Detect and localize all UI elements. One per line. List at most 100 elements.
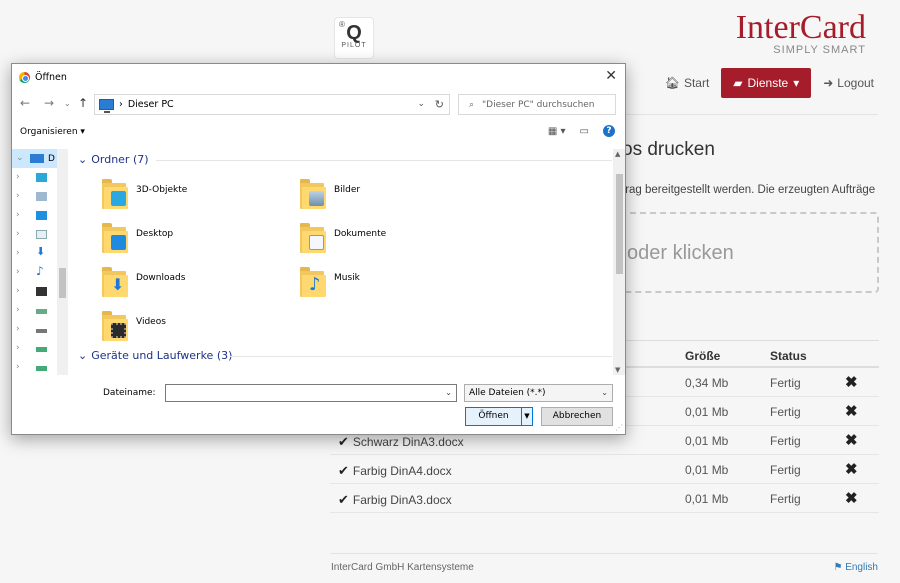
upload-dropzone[interactable]: oder klicken [600, 212, 879, 293]
delete-icon[interactable]: ✖ [845, 489, 858, 507]
view-options-icon[interactable]: ▦ ▾ [548, 126, 566, 137]
refresh-icon[interactable]: ↻ [435, 98, 444, 111]
chevron-down-icon[interactable]: ▼ [522, 408, 532, 425]
folder-label: Desktop [136, 229, 174, 239]
nav-start-label: Start [683, 76, 710, 90]
search-input[interactable]: ⌕ "Dieser PC" durchsuchen [458, 94, 616, 115]
folder-tile[interactable]: Bilder [300, 179, 360, 209]
resize-grip-icon[interactable]: ⋰ [615, 423, 623, 432]
command-bar: Organisieren ▾ ▦ ▾ ▭ ? [12, 122, 625, 144]
folder-tile[interactable]: Desktop [102, 223, 173, 253]
preview-pane-icon[interactable]: ▭ [580, 126, 589, 137]
delete-icon[interactable]: ✖ [845, 431, 858, 449]
delete-icon[interactable]: ✖ [845, 460, 858, 478]
file-list: ⌄ Ordner (7) ⌄ Geräte und Laufwerke (3) … [72, 149, 612, 375]
file-type-select[interactable]: Alle Dateien (*.*) ⌄ [464, 384, 613, 402]
chevron-right-icon[interactable]: › [16, 286, 20, 296]
chevron-right-icon[interactable]: › [16, 210, 20, 220]
cancel-button[interactable]: Abbrechen [541, 407, 613, 426]
chevron-down-icon[interactable]: ⌄ [445, 388, 452, 397]
chevron-right-icon[interactable]: › [16, 267, 20, 277]
chevron-right-icon[interactable]: › [16, 172, 20, 182]
organize-menu[interactable]: Organisieren ▾ [20, 127, 85, 137]
chevron-down-icon: ⌄ [601, 388, 608, 397]
filename-input[interactable]: ⌄ [165, 384, 457, 402]
folder-open-icon: ▰ [733, 76, 743, 90]
chevron-down-icon[interactable]: ⌄ [16, 153, 24, 163]
videos-icon [36, 287, 47, 296]
close-icon[interactable]: ✕ [605, 68, 617, 84]
folder-tile[interactable]: ⬇ Downloads [102, 267, 185, 297]
main-nav: 🏠︎ Start ▰ Dienste ▾ ➜ Logout [665, 68, 874, 98]
chevron-right-icon[interactable]: › [16, 229, 20, 239]
folder-tile[interactable]: 3D-Objekte [102, 179, 187, 209]
row-filename: ✔ Schwarz DinA3.docx [338, 434, 464, 450]
group-header-folders[interactable]: ⌄ Ordner (7) [78, 153, 149, 166]
breadcrumb-location[interactable]: Dieser PC [128, 99, 174, 110]
this-pc-icon [30, 154, 44, 163]
nav-logout[interactable]: ➜ Logout [823, 76, 874, 90]
chevron-right-icon[interactable]: › [16, 324, 20, 334]
address-bar[interactable]: › Dieser PC ⌄ ↻ [94, 94, 450, 115]
downloads-icon: ⬇ [36, 245, 46, 258]
recent-chevron-icon[interactable]: ⌄ [64, 99, 71, 108]
address-bar-row: ← → ⌄ ↑ › Dieser PC ⌄ ↻ ⌕ "Dieser PC" du… [12, 92, 625, 118]
folder-tile[interactable]: Dokumente [300, 223, 386, 253]
scroll-up-icon[interactable]: ▲ [615, 150, 620, 158]
scrollbar-thumb[interactable] [616, 174, 623, 274]
group-title: Geräte und Laufwerke (3) [91, 349, 233, 362]
file-list-scrollbar[interactable]: ▲ ▼ [613, 149, 625, 375]
this-pc-icon [99, 99, 114, 113]
downloads-icon: ⬇ [102, 267, 128, 297]
table-row: ✔ Farbig DinA4.docx 0,01 Mb Fertig ✖ [330, 455, 879, 484]
logout-icon: ➜ [823, 76, 834, 90]
nav-logout-label: Logout [837, 76, 874, 90]
documents-icon [300, 223, 326, 253]
chevron-right-icon[interactable]: › [16, 343, 20, 353]
language-link[interactable]: ⚑ English [833, 562, 878, 573]
row-size: 0,01 Mb [685, 405, 729, 419]
drive-icon [36, 329, 47, 333]
folder-label: 3D-Objekte [136, 185, 188, 195]
nav-start[interactable]: 🏠︎ Start [665, 76, 710, 90]
table-row: ✔ Farbig DinA3.docx 0,01 Mb Fertig ✖ [330, 484, 879, 513]
scroll-down-icon[interactable]: ▼ [615, 366, 620, 374]
scrollbar-thumb[interactable] [59, 268, 66, 298]
chevron-right-icon[interactable]: › [16, 191, 20, 201]
forward-arrow-icon[interactable]: → [44, 96, 54, 110]
row-size: 0,34 Mb [685, 376, 729, 390]
group-header-drives[interactable]: ⌄ Geräte und Laufwerke (3) [78, 349, 232, 362]
open-button-label[interactable]: Öffnen [466, 408, 522, 425]
delete-icon[interactable]: ✖ [845, 402, 858, 420]
file-type-value: Alle Dateien (*.*) [469, 388, 546, 398]
row-filename: ✔ Farbig DinA4.docx [338, 463, 452, 479]
row-filename-text: Schwarz DinA3.docx [352, 435, 464, 449]
chevron-right-icon[interactable]: › [16, 362, 20, 372]
folder-tile[interactable]: ♪ Musik [300, 267, 360, 297]
open-button[interactable]: Öffnen ▼ [465, 407, 533, 426]
dropzone-text: oder klicken [627, 242, 734, 264]
music-icon: ♪ [300, 267, 326, 297]
up-arrow-icon[interactable]: ↑ [78, 96, 88, 110]
desktop-icon [36, 211, 47, 220]
header-size: Größe [685, 349, 721, 363]
help-icon[interactable]: ? [603, 125, 615, 137]
chevron-right-icon[interactable]: › [16, 305, 20, 315]
chevron-right-icon[interactable]: › [16, 248, 20, 258]
folder-label: Musik [334, 273, 360, 283]
3d-objects-icon [36, 173, 47, 182]
tree-scrollbar[interactable] [57, 149, 68, 375]
back-arrow-icon[interactable]: ← [20, 96, 30, 110]
nav-dienste-button[interactable]: ▰ Dienste ▾ [721, 68, 812, 98]
filename-label: Dateiname: [103, 388, 156, 398]
delete-icon[interactable]: ✖ [845, 373, 858, 391]
chevron-down-icon[interactable]: ⌄ [417, 99, 425, 109]
breadcrumb-separator: › [119, 99, 123, 110]
dialog-titlebar: Öffnen ✕ [12, 64, 625, 90]
chrome-icon [19, 72, 30, 83]
group-divider [230, 356, 612, 357]
folder-tile[interactable]: Videos [102, 311, 166, 341]
dialog-title: Öffnen [35, 72, 67, 83]
documents-icon [36, 230, 47, 239]
caret-down-icon: ▾ [793, 76, 800, 90]
